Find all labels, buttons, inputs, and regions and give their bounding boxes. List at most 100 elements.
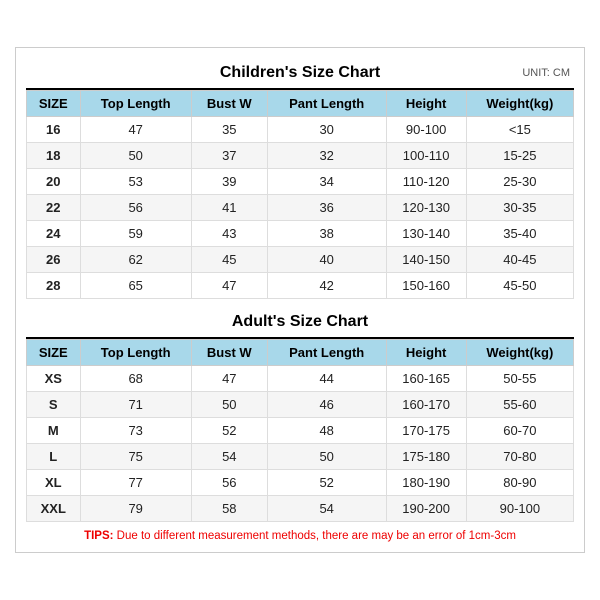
table-cell: 54	[267, 496, 386, 522]
table-cell: 45-50	[466, 273, 573, 299]
children-title: Children's Size Chart	[220, 64, 380, 82]
table-row: 24594338130-14035-40	[27, 221, 574, 247]
table-cell: 45	[191, 247, 267, 273]
table-cell: 56	[191, 470, 267, 496]
table-cell: 30-35	[466, 195, 573, 221]
table-cell: 150-160	[386, 273, 466, 299]
table-cell: 42	[267, 273, 386, 299]
table-cell: 62	[80, 247, 191, 273]
adult-section: Adult's Size Chart SIZE Top Length Bust …	[26, 307, 574, 522]
table-cell: 70-80	[466, 444, 573, 470]
children-title-row: Children's Size Chart UNIT: CM	[26, 58, 574, 90]
table-row: XL775652180-19080-90	[27, 470, 574, 496]
tips-label: TIPS:	[84, 530, 113, 542]
table-cell: 140-150	[386, 247, 466, 273]
table-cell: 68	[80, 366, 191, 392]
table-cell: 110-120	[386, 169, 466, 195]
table-cell: 56	[80, 195, 191, 221]
table-cell: 16	[27, 117, 81, 143]
table-cell: 50	[191, 392, 267, 418]
tips-row: TIPS: Due to different measurement metho…	[26, 530, 574, 542]
table-cell: 79	[80, 496, 191, 522]
table-cell: 52	[191, 418, 267, 444]
table-cell: 65	[80, 273, 191, 299]
table-row: 1647353090-100<15	[27, 117, 574, 143]
table-cell: 36	[267, 195, 386, 221]
table-cell: S	[27, 392, 81, 418]
table-cell: 40	[267, 247, 386, 273]
table-cell: 190-200	[386, 496, 466, 522]
table-cell: 175-180	[386, 444, 466, 470]
table-cell: 80-90	[466, 470, 573, 496]
table-cell: 52	[267, 470, 386, 496]
table-row: L755450175-18070-80	[27, 444, 574, 470]
table-cell: 43	[191, 221, 267, 247]
table-cell: 90-100	[386, 117, 466, 143]
table-cell: 32	[267, 143, 386, 169]
adult-col-top-length: Top Length	[80, 340, 191, 366]
table-cell: 39	[191, 169, 267, 195]
table-cell: M	[27, 418, 81, 444]
table-row: XXL795854190-20090-100	[27, 496, 574, 522]
adult-header-row: SIZE Top Length Bust W Pant Length Heigh…	[27, 340, 574, 366]
table-cell: 48	[267, 418, 386, 444]
table-cell: 50-55	[466, 366, 573, 392]
table-cell: 180-190	[386, 470, 466, 496]
table-cell: 40-45	[466, 247, 573, 273]
table-cell: XS	[27, 366, 81, 392]
table-cell: 25-30	[466, 169, 573, 195]
adult-title: Adult's Size Chart	[232, 313, 368, 331]
table-row: XS684744160-16550-55	[27, 366, 574, 392]
table-cell: L	[27, 444, 81, 470]
table-row: 20533934110-12025-30	[27, 169, 574, 195]
table-cell: 53	[80, 169, 191, 195]
table-cell: 58	[191, 496, 267, 522]
adult-col-height: Height	[386, 340, 466, 366]
table-cell: 37	[191, 143, 267, 169]
table-cell: 120-130	[386, 195, 466, 221]
table-cell: 15-25	[466, 143, 573, 169]
table-cell: 71	[80, 392, 191, 418]
adult-col-size: SIZE	[27, 340, 81, 366]
table-cell: 46	[267, 392, 386, 418]
table-cell: 75	[80, 444, 191, 470]
table-cell: 50	[80, 143, 191, 169]
table-cell: 47	[191, 366, 267, 392]
table-cell: 47	[80, 117, 191, 143]
table-cell: 20	[27, 169, 81, 195]
table-cell: 24	[27, 221, 81, 247]
table-cell: 50	[267, 444, 386, 470]
table-row: S715046160-17055-60	[27, 392, 574, 418]
table-cell: 26	[27, 247, 81, 273]
table-cell: 41	[191, 195, 267, 221]
table-row: M735248170-17560-70	[27, 418, 574, 444]
table-cell: 44	[267, 366, 386, 392]
table-row: 18503732100-11015-25	[27, 143, 574, 169]
table-cell: 30	[267, 117, 386, 143]
table-cell: 77	[80, 470, 191, 496]
adult-table: SIZE Top Length Bust W Pant Length Heigh…	[26, 339, 574, 522]
table-cell: 55-60	[466, 392, 573, 418]
table-cell: 160-170	[386, 392, 466, 418]
table-cell: 73	[80, 418, 191, 444]
children-col-size: SIZE	[27, 91, 81, 117]
children-col-top-length: Top Length	[80, 91, 191, 117]
table-cell: 59	[80, 221, 191, 247]
table-cell: 170-175	[386, 418, 466, 444]
table-cell: 130-140	[386, 221, 466, 247]
adult-title-row: Adult's Size Chart	[26, 307, 574, 339]
table-cell: 60-70	[466, 418, 573, 444]
table-cell: 160-165	[386, 366, 466, 392]
adult-col-pant-length: Pant Length	[267, 340, 386, 366]
table-cell: 34	[267, 169, 386, 195]
table-cell: 100-110	[386, 143, 466, 169]
children-col-height: Height	[386, 91, 466, 117]
table-cell: 47	[191, 273, 267, 299]
table-cell: 54	[191, 444, 267, 470]
table-cell: 18	[27, 143, 81, 169]
tips-text: Due to different measurement methods, th…	[113, 530, 515, 542]
table-row: 26624540140-15040-45	[27, 247, 574, 273]
children-table: SIZE Top Length Bust W Pant Length Heigh…	[26, 90, 574, 299]
size-chart: Children's Size Chart UNIT: CM SIZE Top …	[15, 47, 585, 553]
children-header-row: SIZE Top Length Bust W Pant Length Heigh…	[27, 91, 574, 117]
